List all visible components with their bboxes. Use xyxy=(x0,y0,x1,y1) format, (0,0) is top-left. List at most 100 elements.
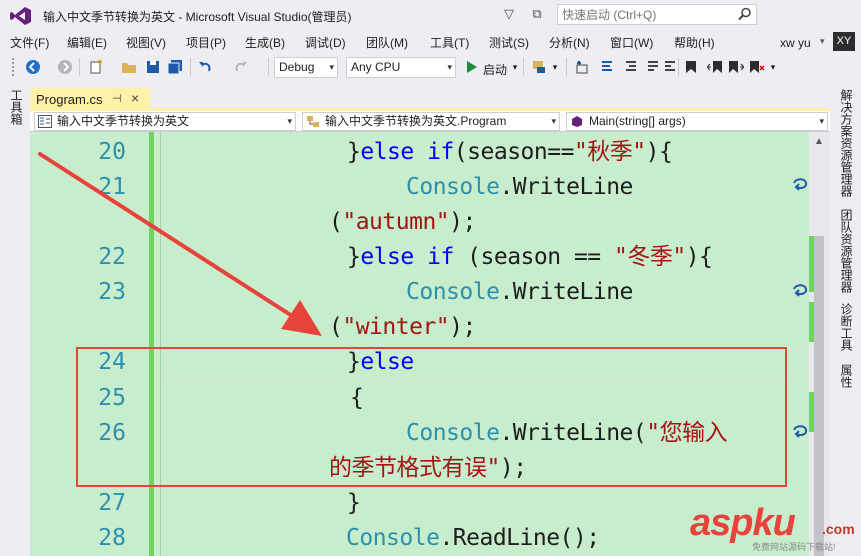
method-icon xyxy=(572,116,582,127)
menu-window[interactable]: 窗口(W) xyxy=(610,34,653,51)
code-line-27[interactable]: } xyxy=(347,488,361,518)
start-debugging-icon[interactable] xyxy=(463,58,481,76)
menu-bar: 文件(F) 编辑(E) 视图(V) 项目(P) 生成(B) 调试(D) 团队(M… xyxy=(0,30,861,53)
type-token: Console xyxy=(406,279,500,305)
forward-icon[interactable] xyxy=(56,58,74,76)
undo-icon[interactable] xyxy=(196,58,214,76)
outlining-margin xyxy=(160,132,161,556)
project-dropdown[interactable]: 输入中文季节转换为英文 ▾ xyxy=(34,112,296,131)
search-icon[interactable] xyxy=(738,7,752,21)
next-bookmark-icon[interactable] xyxy=(727,58,745,76)
back-icon[interactable] xyxy=(24,58,42,76)
code-line-20[interactable]: }else if(season=="秋季"){ xyxy=(347,137,673,167)
code-line-28[interactable]: Console.ReadLine(); xyxy=(346,523,600,553)
user-name[interactable]: xw yu xyxy=(780,36,811,50)
redo-icon[interactable] xyxy=(232,58,250,76)
line-number: 22 xyxy=(98,244,126,270)
new-project-icon[interactable] xyxy=(87,58,105,76)
browser-link-icon[interactable] xyxy=(530,58,548,76)
highlight-box xyxy=(76,347,787,487)
team-explorer-tab[interactable]: 团队资源管理器 xyxy=(838,209,855,293)
code-token: .WriteLine xyxy=(499,174,633,200)
menu-debug[interactable]: 调试(D) xyxy=(305,34,346,51)
toolbox-tab[interactable]: 工具箱 xyxy=(8,89,25,125)
class-name: 输入中文季节转换为英文.Program xyxy=(325,114,507,128)
pin-icon[interactable]: ⊣ xyxy=(112,92,122,105)
configuration-value: Debug xyxy=(279,60,315,74)
code-token: (season== xyxy=(453,139,575,165)
prev-bookmark-icon[interactable] xyxy=(706,58,724,76)
solution-explorer-tab[interactable]: 解决方案资源管理器 xyxy=(838,89,855,197)
code-line-21-wrap[interactable]: ("autumn"); xyxy=(329,207,476,237)
class-dropdown[interactable]: 输入中文季节转换为英文.Program ▾ xyxy=(302,112,560,131)
toolbar-separator xyxy=(79,58,80,76)
class-icon xyxy=(307,116,319,127)
code-line-22[interactable]: }else if (season == "冬季"){ xyxy=(347,242,713,272)
toolbar-overflow-icon[interactable]: ▾ xyxy=(768,58,778,76)
chevron-down-icon[interactable]: ▾ xyxy=(510,58,520,76)
code-token: ); xyxy=(449,209,476,235)
save-icon[interactable] xyxy=(144,58,162,76)
properties-tab[interactable]: 属性 xyxy=(838,364,855,388)
notification-icon[interactable]: ⧉ xyxy=(528,5,546,23)
start-button-label[interactable]: 启动 xyxy=(483,61,507,78)
menu-edit[interactable]: 编辑(E) xyxy=(67,34,107,51)
code-line-23[interactable]: Console.WriteLine xyxy=(406,277,633,307)
type-token: Console xyxy=(406,174,500,200)
string-token: "秋季" xyxy=(573,139,646,165)
menu-view[interactable]: 视图(V) xyxy=(126,34,166,51)
scroll-up-icon[interactable]: ▲ xyxy=(814,136,824,147)
chevron-down-icon[interactable]: ▾ xyxy=(819,113,824,130)
menu-team[interactable]: 团队(M) xyxy=(366,34,408,51)
configuration-select[interactable]: Debug ▾ xyxy=(274,57,338,78)
menu-test[interactable]: 测试(S) xyxy=(489,34,529,51)
comment-icon[interactable] xyxy=(644,58,662,76)
open-folder-icon[interactable] xyxy=(120,58,138,76)
solution-explorer-toolbar-icon[interactable] xyxy=(574,58,592,76)
save-all-icon[interactable] xyxy=(166,58,184,76)
code-token: ( xyxy=(329,314,343,340)
chevron-down-icon[interactable]: ▾ xyxy=(551,113,556,130)
menu-tools[interactable]: 工具(T) xyxy=(430,34,469,51)
code-line-21[interactable]: Console.WriteLine xyxy=(406,172,633,202)
visual-studio-logo-icon xyxy=(10,7,31,25)
chevron-down-icon[interactable]: ▾ xyxy=(550,58,560,76)
user-caret-icon[interactable]: ▾ xyxy=(820,36,825,47)
menu-file[interactable]: 文件(F) xyxy=(10,34,49,51)
close-icon[interactable]: × xyxy=(131,90,139,106)
user-avatar[interactable]: XY xyxy=(833,32,855,51)
diagnostic-tools-tab[interactable]: 诊断工具 xyxy=(838,303,855,351)
uncomment-icon[interactable] xyxy=(661,58,679,76)
chevron-down-icon[interactable]: ▾ xyxy=(287,113,292,130)
member-dropdown[interactable]: Main(string[] args) ▾ xyxy=(566,112,828,131)
menu-build[interactable]: 生成(B) xyxy=(245,34,285,51)
toolbar-grip[interactable] xyxy=(12,58,16,76)
keyword-token: if xyxy=(427,244,454,270)
vertical-scrollbar[interactable]: ▲ xyxy=(809,132,830,556)
chevron-down-icon[interactable]: ▾ xyxy=(329,58,334,77)
member-name: Main(string[] args) xyxy=(589,114,686,128)
platform-select[interactable]: Any CPU ▾ xyxy=(346,57,456,78)
format-icon[interactable] xyxy=(622,58,640,76)
tab-program-cs[interactable]: Program.cs ⊣ × xyxy=(30,88,150,110)
keyword-token: else xyxy=(360,244,414,270)
scrollbar-thumb[interactable] xyxy=(814,236,824,556)
title-bar[interactable]: 输入中文季节转换为英文 - Microsoft Visual Studio(管理… xyxy=(0,0,861,30)
menu-project[interactable]: 项目(P) xyxy=(186,34,226,51)
code-line-23-wrap[interactable]: ("winter"); xyxy=(329,312,476,342)
quick-launch-input[interactable] xyxy=(558,5,728,24)
menu-help[interactable]: 帮助(H) xyxy=(674,34,715,51)
code-editor[interactable]: 20 21 22 23 24 25 26 27 28 }else if(seas… xyxy=(30,132,809,556)
toolbar-separator xyxy=(523,58,524,76)
step-icon[interactable] xyxy=(598,58,616,76)
code-token: ){ xyxy=(645,139,673,165)
line-number: 20 xyxy=(98,139,126,165)
menu-analyze[interactable]: 分析(N) xyxy=(549,34,590,51)
bookmark-icon[interactable] xyxy=(682,58,700,76)
filter-icon[interactable]: ▽ xyxy=(500,5,518,23)
chevron-down-icon[interactable]: ▾ xyxy=(447,58,452,77)
quick-launch[interactable] xyxy=(557,4,757,25)
right-tool-window-strip: 解决方案资源管理器 团队资源管理器 诊断工具 属性 xyxy=(830,81,861,556)
clear-bookmarks-icon[interactable] xyxy=(748,58,766,76)
toolbar-separator xyxy=(190,58,191,76)
